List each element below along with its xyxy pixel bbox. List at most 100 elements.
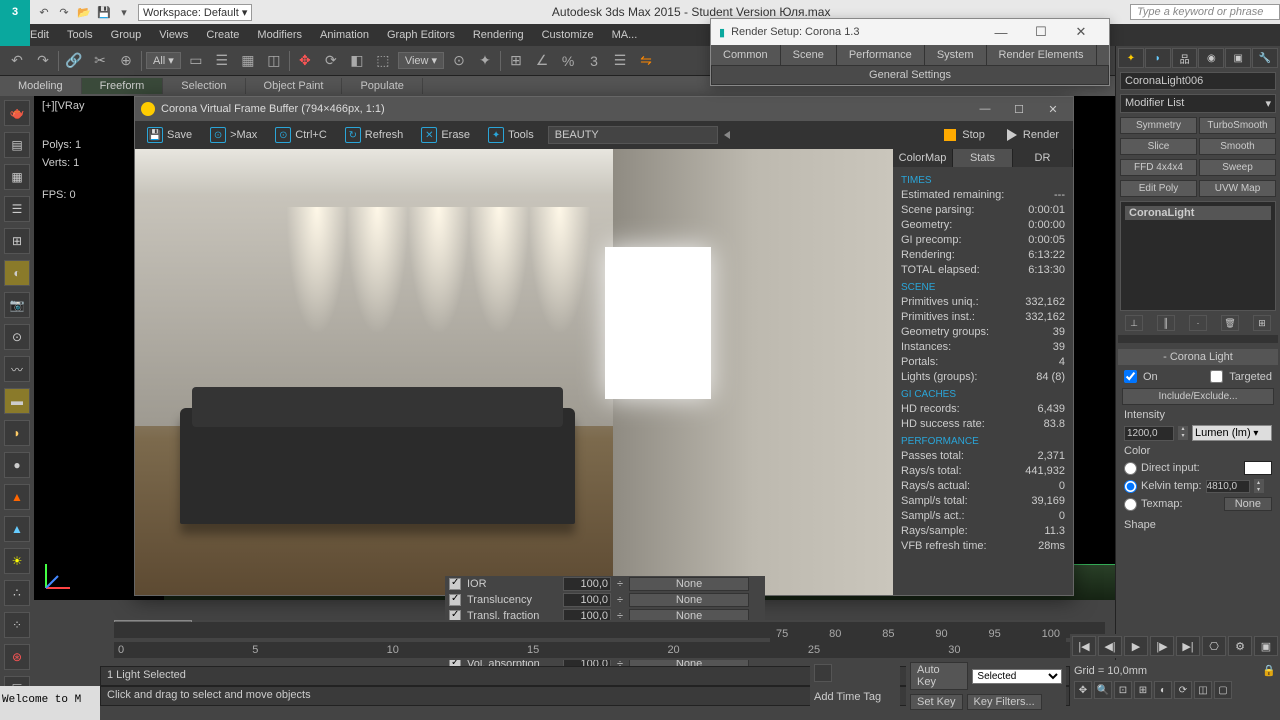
intensity-unit-dropdown[interactable]: Lumen (lm) ▾	[1192, 425, 1272, 441]
dots-icon[interactable]: ⁘	[4, 612, 30, 638]
particles-icon[interactable]: ∴	[4, 580, 30, 606]
mod-smooth-button[interactable]: Smooth	[1199, 138, 1276, 155]
close-icon[interactable]: ✕	[1039, 103, 1067, 116]
qat-more-icon[interactable]: ▾	[116, 4, 132, 20]
undo-icon[interactable]: ↶	[6, 50, 28, 72]
grid-icon[interactable]: ▦	[4, 164, 30, 190]
mod-turbosmooth-button[interactable]: TurboSmooth	[1199, 117, 1276, 134]
save-icon[interactable]: 💾	[96, 4, 112, 20]
app-logo-icon[interactable]: 3	[0, 0, 30, 24]
light-yellow-icon[interactable]: ◐	[4, 260, 30, 286]
mod-symmetry-button[interactable]: Symmetry	[1120, 117, 1197, 134]
minimize-icon[interactable]: ―	[981, 25, 1021, 40]
play-icon[interactable]: ▶	[1124, 636, 1148, 656]
redo-icon[interactable]: ↷	[32, 50, 54, 72]
open-icon[interactable]: 📂	[76, 4, 92, 20]
window-crossing-icon[interactable]: ◫	[263, 50, 285, 72]
sun-icon[interactable]: ☀	[4, 548, 30, 574]
modifier-list-dropdown[interactable]: Modifier List▾	[1120, 94, 1276, 113]
hierarchy-tab-icon[interactable]: 品	[1172, 48, 1198, 68]
menu-animation[interactable]: Animation	[320, 29, 369, 41]
menu-group[interactable]: Group	[111, 29, 142, 41]
next-frame-icon[interactable]: |▶	[1150, 636, 1174, 656]
vfb-render-button[interactable]: Render	[997, 127, 1069, 143]
vfb-titlebar[interactable]: Corona Virtual Frame Buffer (794×466px, …	[135, 97, 1073, 121]
setkey-button[interactable]: Set Key	[910, 694, 963, 710]
redo-icon[interactable]: ↷	[56, 4, 72, 20]
table-icon[interactable]: ⊞	[4, 228, 30, 254]
modify-tab-icon[interactable]: ◗	[1145, 48, 1171, 68]
spin-up-icon[interactable]: ▴	[1178, 426, 1188, 433]
rsetup-tab-performance[interactable]: Performance	[837, 45, 925, 65]
key-mode-dropdown[interactable]: Selected	[972, 669, 1062, 684]
manipulate-icon[interactable]: ✦	[474, 50, 496, 72]
placement-icon[interactable]: ⬚	[372, 50, 394, 72]
map-amount-spinner[interactable]: 100,0	[563, 577, 611, 591]
cone-icon[interactable]: ▲	[4, 484, 30, 510]
maximize-icon[interactable]: ☐	[1021, 24, 1061, 40]
bind-icon[interactable]: ⊕	[115, 50, 137, 72]
tab-populate[interactable]: Populate	[342, 78, 422, 94]
include-exclude-button[interactable]: Include/Exclude...	[1122, 388, 1274, 405]
vfb-tab-colormap[interactable]: ColorMap	[893, 149, 953, 167]
link-icon[interactable]: 🔗	[63, 50, 85, 72]
vfb-save-button[interactable]: 💾Save	[139, 124, 200, 146]
vfb-channel-dropdown[interactable]: BEAUTY	[548, 126, 718, 144]
vfb-refresh-button[interactable]: ↻Refresh	[337, 124, 412, 146]
object-name-field[interactable]: CoronaLight006	[1120, 72, 1276, 90]
zoom-icon[interactable]: 🔍	[1094, 681, 1112, 699]
tab-modeling[interactable]: Modeling	[0, 78, 82, 94]
mod-editpoly-button[interactable]: Edit Poly	[1120, 180, 1197, 197]
tab-freeform[interactable]: Freeform	[82, 78, 164, 94]
zoom-extents-icon[interactable]: ⊡	[1114, 681, 1132, 699]
select-icon[interactable]: ▭	[185, 50, 207, 72]
minimize-icon[interactable]: ―	[971, 103, 999, 115]
spinner-snap-icon[interactable]: 3	[583, 50, 605, 72]
on-checkbox[interactable]	[1124, 370, 1137, 383]
orbit-icon[interactable]: ⟳	[1174, 681, 1192, 699]
percent-snap-icon[interactable]: %	[557, 50, 579, 72]
mod-sweep-button[interactable]: Sweep	[1199, 159, 1276, 176]
motion-tab-icon[interactable]: ◉	[1198, 48, 1224, 68]
menu-maxscript[interactable]: MA...	[612, 29, 638, 41]
unlink-icon[interactable]: ✂	[89, 50, 111, 72]
vfb-tab-dr[interactable]: DR	[1013, 149, 1073, 167]
app-menu-icon[interactable]	[0, 24, 30, 46]
vfb-render-canvas[interactable]	[135, 149, 893, 595]
set-key-icon[interactable]	[814, 664, 832, 682]
menu-rendering[interactable]: Rendering	[473, 29, 524, 41]
prev-frame-icon[interactable]: ◀|	[1098, 636, 1122, 656]
modifier-stack[interactable]: CoronaLight	[1120, 201, 1276, 311]
sphere-icon[interactable]: ●	[4, 452, 30, 478]
select-name-icon[interactable]: ☰	[211, 50, 233, 72]
kelvin-spinner[interactable]	[1206, 480, 1250, 493]
menu-customize[interactable]: Customize	[542, 29, 594, 41]
dome-icon[interactable]: ◗	[4, 420, 30, 446]
texmap-radio[interactable]	[1124, 498, 1137, 511]
map-checkbox[interactable]	[449, 594, 461, 606]
viewport-label[interactable]: [+][VRay	[42, 100, 85, 112]
menu-modifiers[interactable]: Modifiers	[257, 29, 302, 41]
menu-grapheditors[interactable]: Graph Editors	[387, 29, 455, 41]
menu-create[interactable]: Create	[206, 29, 239, 41]
mod-slice-button[interactable]: Slice	[1120, 138, 1197, 155]
direct-input-radio[interactable]	[1124, 462, 1137, 475]
move-icon[interactable]: ✥	[294, 50, 316, 72]
menu-tools[interactable]: Tools	[67, 29, 93, 41]
helper-icon[interactable]: ⊙	[4, 324, 30, 350]
layers-icon[interactable]: ▤	[4, 132, 30, 158]
rsetup-tab-system[interactable]: System	[925, 45, 987, 65]
scale-icon[interactable]: ◧	[346, 50, 368, 72]
make-unique-icon[interactable]: ·	[1189, 315, 1207, 331]
vfb-tab-stats[interactable]: Stats	[953, 149, 1013, 167]
close-icon[interactable]: ✕	[1061, 24, 1101, 40]
pin-stack-icon[interactable]: ⊥	[1125, 315, 1143, 331]
display-tab-icon[interactable]: ▣	[1225, 48, 1251, 68]
lock-icon[interactable]: 🔒	[1262, 664, 1276, 677]
menu-views[interactable]: Views	[159, 29, 188, 41]
vfb-tools-button[interactable]: ✦Tools	[480, 124, 542, 146]
map-checkbox[interactable]	[449, 578, 461, 590]
utilities-tab-icon[interactable]: 🔧	[1252, 48, 1278, 68]
goto-end-icon[interactable]: ▶|	[1176, 636, 1200, 656]
configure-icon[interactable]: ⊞	[1253, 315, 1271, 331]
